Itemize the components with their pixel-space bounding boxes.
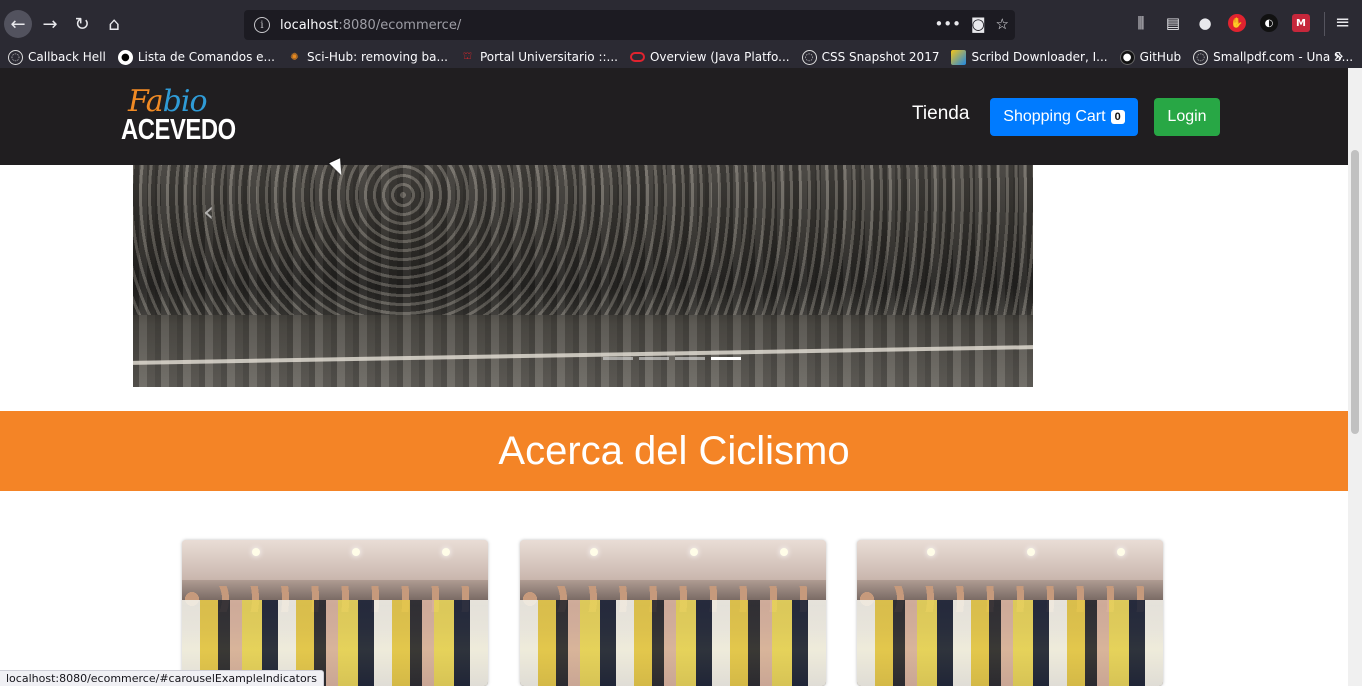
logo-acevedo-text: ACEVEDO — [121, 114, 236, 146]
ceiling-light — [690, 548, 698, 556]
carousel-indicator[interactable] — [639, 357, 669, 360]
url-host: localhost — [280, 17, 339, 33]
about-section: Acerca del Ciclismo — [0, 411, 1348, 491]
card-image-group — [520, 600, 826, 686]
globe-icon: ◌ — [8, 49, 23, 65]
bookmark-item[interactable]: Scribd Downloader, I... — [951, 49, 1108, 65]
hamburger-menu-icon[interactable]: ≡ — [1335, 12, 1350, 33]
forward-arrow-icon[interactable]: → — [36, 10, 64, 38]
photo-card[interactable] — [857, 540, 1163, 686]
ceiling-light — [590, 548, 598, 556]
bookmark-item[interactable]: ✺ Sci-Hub: removing ba... — [287, 50, 448, 65]
reload-icon[interactable]: ↻ — [68, 10, 96, 38]
ceiling-light — [1117, 548, 1125, 556]
more-actions-icon[interactable]: ••• — [934, 15, 961, 33]
url-path: :8080/ecommerce/ — [338, 17, 462, 33]
carousel-indicators — [603, 357, 741, 360]
photo-card[interactable] — [520, 540, 826, 686]
page-scrollbar[interactable] — [1348, 68, 1362, 686]
bookmark-item[interactable]: ◌ Smallpdf.com - Una S... — [1193, 49, 1353, 65]
about-title: Acerca del Ciclismo — [498, 428, 850, 473]
bookmark-item[interactable]: Overview (Java Platfo... — [629, 50, 790, 64]
ublock-icon[interactable]: ✋ — [1228, 14, 1246, 32]
bookmark-item[interactable]: ● GitHub — [1119, 49, 1181, 65]
ceiling-light — [252, 548, 260, 556]
github-icon: ● — [117, 49, 133, 65]
account-icon[interactable]: ● — [1196, 14, 1214, 32]
carousel-indicator[interactable] — [603, 357, 633, 360]
bookmark-item[interactable]: ◌ Callback Hell — [8, 49, 106, 65]
bookmark-item[interactable]: ◌ CSS Snapshot 2017 — [801, 49, 939, 65]
scrollbar-thumb[interactable] — [1351, 150, 1359, 434]
card-image-group — [857, 600, 1163, 686]
brand-logo[interactable]: Fabio ACEVEDO — [120, 84, 236, 150]
login-button[interactable]: Login — [1154, 98, 1220, 136]
mega-extension-icon[interactable]: M — [1292, 14, 1310, 32]
photo-card[interactable] — [182, 540, 488, 686]
card-image-ceiling — [857, 540, 1163, 580]
carousel-prev-icon[interactable]: ‹ — [203, 195, 214, 228]
sidebar-icon[interactable]: ▤ — [1164, 14, 1182, 32]
url-bar[interactable]: i localhost:8080/ecommerce/ ••• ◙ ☆ — [244, 10, 1015, 40]
ceiling-light — [1027, 548, 1035, 556]
site-info-icon[interactable]: i — [254, 17, 270, 33]
globe-icon: ◌ — [801, 49, 817, 65]
shopping-cart-button[interactable]: Shopping Cart 0 — [990, 98, 1138, 136]
toolbar-separator — [1324, 12, 1325, 36]
oracle-icon — [629, 52, 645, 62]
road-line — [133, 345, 1033, 365]
ceiling-light — [442, 548, 450, 556]
bookmark-item[interactable]: ⛫ Portal Universitario ::... — [460, 50, 618, 65]
carousel-image-cyclists — [133, 165, 1033, 315]
site-navbar: Fabio ACEVEDO Tienda Shopping Cart 0 Log… — [0, 68, 1348, 165]
ceiling-light — [780, 548, 788, 556]
globe-icon: ◌ — [1193, 49, 1209, 65]
university-icon: ⛫ — [462, 50, 473, 62]
cart-count-badge: 0 — [1110, 110, 1125, 124]
hero-carousel: ‹ — [133, 165, 1033, 387]
browser-toolbar: ← → ↻ ⌂ i localhost:8080/ecommerce/ ••• … — [0, 0, 1362, 46]
pocket-icon[interactable]: ◙ — [971, 15, 986, 33]
card-image-ceiling — [182, 540, 488, 580]
bookmark-star-icon[interactable]: ☆ — [996, 15, 1009, 33]
ceiling-light — [927, 548, 935, 556]
home-icon[interactable]: ⌂ — [100, 10, 128, 38]
scribd-icon — [951, 49, 967, 65]
bookmarks-bar: ◌ Callback Hell ● Lista de Comandos e... ✺… — [0, 46, 1362, 68]
bookmarks-overflow-icon[interactable]: » — [1334, 46, 1344, 65]
scihub-icon: ✺ — [290, 51, 299, 63]
carousel-indicator[interactable] — [675, 357, 705, 360]
carousel-indicator-active[interactable] — [711, 357, 741, 360]
extension-icon[interactable]: ◐ — [1260, 14, 1278, 32]
card-image-ceiling — [520, 540, 826, 580]
bookmark-item[interactable]: ● Lista de Comandos e... — [117, 49, 275, 65]
back-arrow-icon[interactable]: ← — [4, 10, 32, 38]
ceiling-light — [352, 548, 360, 556]
github-icon: ● — [1119, 49, 1135, 65]
cart-label: Shopping Cart — [1003, 108, 1106, 125]
library-icon[interactable]: ⫼ — [1132, 14, 1150, 32]
link-status-bar: localhost:8080/ecommerce/#carouselExampl… — [0, 670, 324, 686]
nav-link-tienda[interactable]: Tienda — [912, 103, 969, 125]
